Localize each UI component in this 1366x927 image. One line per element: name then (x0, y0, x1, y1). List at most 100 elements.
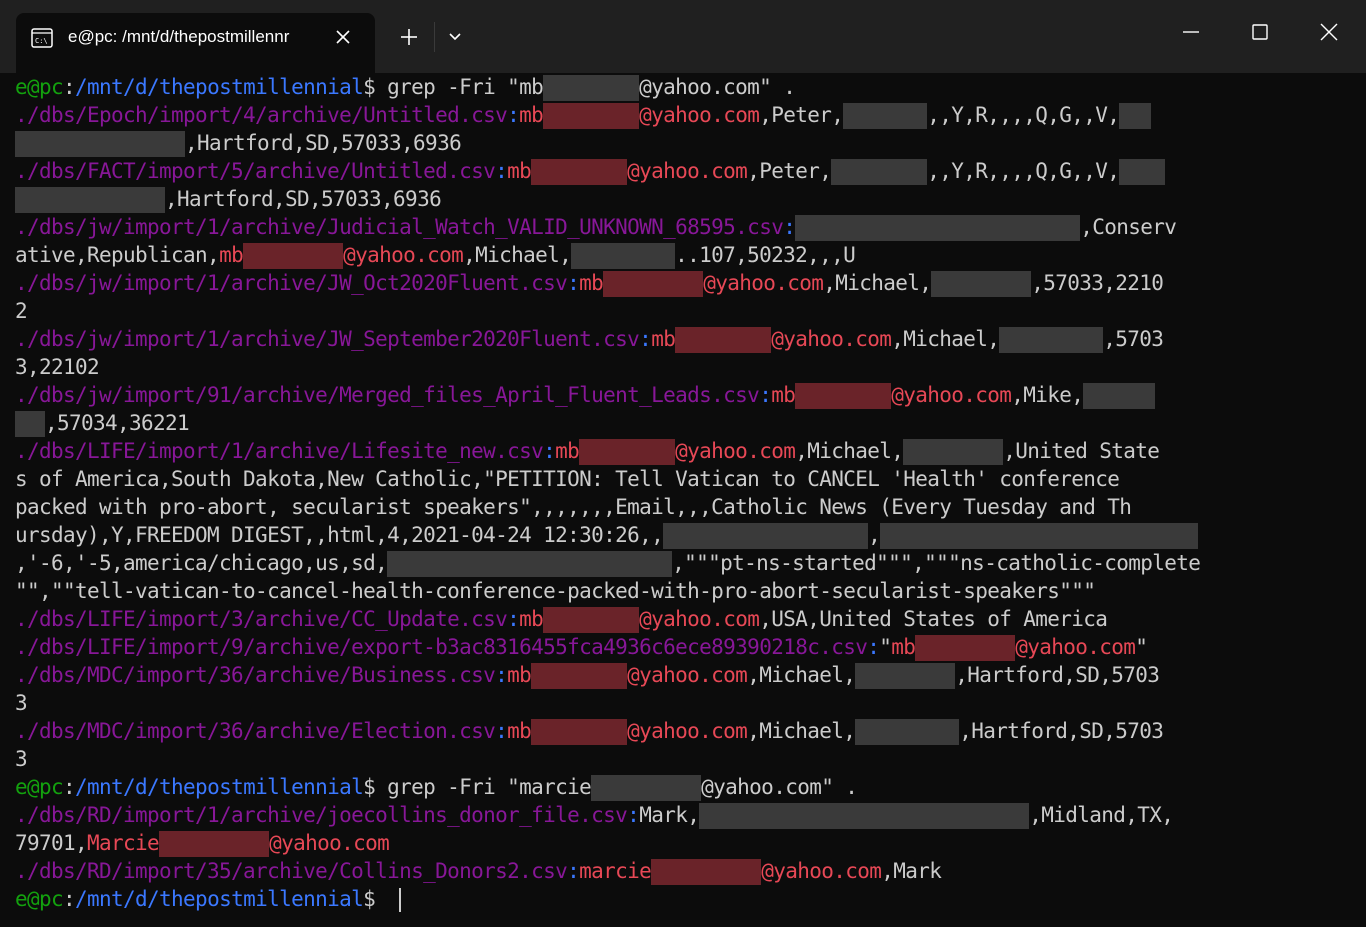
redacted-text (915, 635, 1016, 661)
terminal-line: 3 (15, 689, 1355, 717)
terminal-text: ,USA,United States of America (759, 607, 1108, 631)
terminal-text: @yahoo.com (639, 103, 760, 127)
terminal-text: 2 (15, 299, 28, 323)
terminal-text: ,United State (1003, 439, 1160, 463)
terminal-text: : (495, 159, 508, 183)
redacted-text (1119, 159, 1166, 185)
terminal-text: : (759, 383, 772, 407)
redacted-text (543, 75, 640, 101)
terminal-text: : (627, 803, 640, 827)
close-icon[interactable] (333, 27, 353, 47)
terminal-text: " (1135, 635, 1148, 659)
terminal-text: @yahoo.com" . (701, 775, 858, 799)
terminal-line: ./dbs/RD/import/35/archive/Collins_Donor… (15, 857, 1355, 885)
terminal-line: ,57034,36221 (15, 409, 1355, 437)
terminal-text: @yahoo.com (343, 243, 464, 267)
terminal-text: ./dbs/jw/import/1/archive/Judicial_Watch… (15, 215, 784, 239)
terminal-text: @yahoo.com (1015, 635, 1136, 659)
redacted-text (795, 215, 1081, 241)
terminal-line: ./dbs/MDC/import/36/archive/Business.csv… (15, 661, 1355, 689)
terminal-text: @yahoo.com (761, 859, 882, 883)
terminal-text: mb (891, 635, 916, 659)
terminal-text: : (543, 439, 556, 463)
redacted-text (855, 719, 960, 745)
terminal-line: ,Hartford,SD,57033,6936 (15, 185, 1355, 213)
maximize-icon[interactable] (1237, 14, 1283, 50)
redacted-text (999, 327, 1104, 353)
plus-icon[interactable] (398, 26, 420, 48)
terminal-text: ./dbs/MDC/import/36/archive/Election.csv (15, 719, 496, 743)
redacted-text (1083, 383, 1156, 409)
terminal-text: 3 (15, 691, 28, 715)
terminal-text: mb (579, 271, 604, 295)
terminal-text: Marcie (87, 831, 160, 855)
redacted-text (159, 831, 270, 857)
terminal-text: ,'-6,'-5,america/chicago,us,sd, (15, 551, 388, 575)
terminal-text: mb (219, 243, 244, 267)
terminal-text: ,Hartford,SD,5703 (959, 719, 1164, 743)
terminal-text: : (507, 103, 520, 127)
redacted-text (531, 719, 628, 745)
terminal-line: 3,22102 (15, 353, 1355, 381)
terminal-text: e@pc (15, 887, 64, 911)
terminal-text: ..107,50232,,,U (675, 243, 856, 267)
close-window-icon[interactable] (1306, 14, 1352, 50)
terminal-text: @yahoo.com (703, 271, 824, 295)
terminal-text: $ grep -Fri "mb (363, 75, 544, 99)
terminal-line: ./dbs/jw/import/1/archive/Judicial_Watch… (15, 213, 1355, 241)
redacted-text (531, 663, 628, 689)
terminal-text: @yahoo.com (639, 607, 760, 631)
terminal-text: @yahoo.com" . (639, 75, 796, 99)
terminal-text: : (567, 271, 580, 295)
terminal-text: ative,Republican, (15, 243, 220, 267)
terminal-text: e@pc (15, 75, 64, 99)
terminal-line: packed with pro-abort, secularist speake… (15, 493, 1355, 521)
tab-title: e@pc: /mnt/d/thepostmillennr (68, 27, 290, 46)
terminal-text: ,Conserv (1080, 215, 1177, 239)
terminal-text: @yahoo.com (675, 439, 796, 463)
terminal-text: : (639, 327, 652, 351)
terminal-text: ,Michael, (823, 271, 932, 295)
redacted-text (543, 607, 640, 633)
terminal-text: ,Michael, (795, 439, 904, 463)
terminal-tab[interactable]: C:\ e@pc: /mnt/d/thepostmillennr (16, 13, 375, 73)
terminal-line: ./dbs/LIFE/import/1/archive/Lifesite_new… (15, 437, 1355, 465)
terminal-text: @yahoo.com (627, 663, 748, 687)
redacted-text (591, 775, 702, 801)
terminal-output[interactable]: e@pc: /mnt/d/thepostmillennial$ grep -Fri… (15, 73, 1355, 927)
terminal-text: e@pc (15, 775, 64, 799)
terminal-text: 79701, (15, 831, 88, 855)
terminal-text: 3,22102 (15, 355, 100, 379)
terminal-text: : (63, 775, 76, 799)
terminal-line: ./dbs/jw/import/1/archive/JW_September20… (15, 325, 1355, 353)
terminal-text: ursday),Y,FREEDOM DIGEST,,html,4,2021-04… (15, 523, 664, 547)
terminal-text: 3 (15, 747, 28, 771)
terminal-text: mb (507, 663, 532, 687)
terminal-text: ,57034,36221 (45, 411, 190, 435)
terminal-text: ,Midland,TX, (1029, 803, 1174, 827)
tab-separator (434, 22, 435, 52)
terminal-text: ,Hartford,SD,57033,6936 (185, 131, 462, 155)
redacted-text (855, 663, 956, 689)
terminal-line: "",""tell-vatican-to-cancel-health-confe… (15, 577, 1355, 605)
title-bar: C:\ e@pc: /mnt/d/thepostmillennr (0, 0, 1366, 73)
terminal-line: ./dbs/RD/import/1/archive/joecollins_don… (15, 801, 1355, 829)
terminal-text: /mnt/d/thepostmillennial (75, 75, 364, 99)
terminal-text: $ (363, 887, 388, 911)
terminal-text: packed with pro-abort, secularist speake… (15, 495, 1132, 519)
chevron-down-icon[interactable] (445, 28, 465, 46)
terminal-line: 3 (15, 745, 1355, 773)
redacted-text (795, 383, 892, 409)
terminal-text: ,"""pt-ns-started""","""ns-catholic-comp… (672, 551, 1201, 575)
terminal-text: @yahoo.com (891, 383, 1012, 407)
minimize-icon[interactable] (1168, 14, 1214, 50)
terminal-line: e@pc:/mnt/d/thepostmillennial$ grep -Fri… (15, 773, 1355, 801)
terminal-text: ./dbs/jw/import/1/archive/JW_Oct2020Flue… (15, 271, 568, 295)
terminal-text: ,Michael, (891, 327, 1000, 351)
terminal-text: ./dbs/jw/import/91/archive/Merged_files_… (15, 383, 760, 407)
terminal-line: ./dbs/FACT/import/5/archive/Untitled.csv… (15, 157, 1355, 185)
terminal-line: 79701,Marcie @yahoo.com (15, 829, 1355, 857)
terminal-text: ,5703 (1103, 327, 1164, 351)
terminal-line: ative,Republican,mb @yahoo.com,Michael,..… (15, 241, 1355, 269)
terminal-line: s of America,South Dakota,New Catholic,"… (15, 465, 1355, 493)
